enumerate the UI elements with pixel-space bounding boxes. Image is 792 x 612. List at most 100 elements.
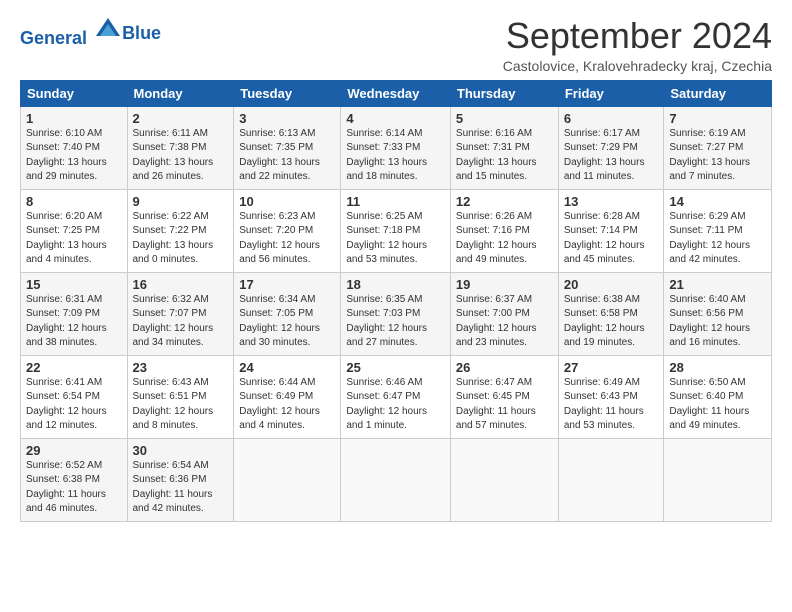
- calendar-day-1: 1Sunrise: 6:10 AMSunset: 7:40 PMDaylight…: [21, 106, 128, 189]
- day-number: 22: [26, 360, 122, 375]
- calendar-day-4: 4Sunrise: 6:14 AMSunset: 7:33 PMDaylight…: [341, 106, 451, 189]
- day-info: Sunrise: 6:10 AMSunset: 7:40 PMDaylight:…: [26, 127, 122, 185]
- calendar-day-11: 11Sunrise: 6:25 AMSunset: 7:18 PMDayligh…: [341, 189, 451, 272]
- day-info: Sunrise: 6:26 AMSunset: 7:16 PMDaylight:…: [456, 210, 553, 268]
- day-info: Sunrise: 6:29 AMSunset: 7:11 PMDaylight:…: [669, 210, 766, 268]
- calendar-day-6: 6Sunrise: 6:17 AMSunset: 7:29 PMDaylight…: [558, 106, 664, 189]
- calendar-empty: [234, 438, 341, 521]
- day-info: Sunrise: 6:32 AMSunset: 7:07 PMDaylight:…: [133, 293, 229, 351]
- weekday-header-monday: Monday: [127, 80, 234, 106]
- calendar-table: SundayMondayTuesdayWednesdayThursdayFrid…: [20, 80, 772, 522]
- weekday-header-thursday: Thursday: [450, 80, 558, 106]
- day-number: 15: [26, 277, 122, 292]
- weekday-header-tuesday: Tuesday: [234, 80, 341, 106]
- day-number: 14: [669, 194, 766, 209]
- logo-blue-text: Blue: [122, 24, 161, 44]
- calendar-day-2: 2Sunrise: 6:11 AMSunset: 7:38 PMDaylight…: [127, 106, 234, 189]
- calendar-day-16: 16Sunrise: 6:32 AMSunset: 7:07 PMDayligh…: [127, 272, 234, 355]
- calendar-day-29: 29Sunrise: 6:52 AMSunset: 6:38 PMDayligh…: [21, 438, 128, 521]
- day-info: Sunrise: 6:43 AMSunset: 6:51 PMDaylight:…: [133, 376, 229, 434]
- calendar-day-28: 28Sunrise: 6:50 AMSunset: 6:40 PMDayligh…: [664, 355, 772, 438]
- calendar-day-3: 3Sunrise: 6:13 AMSunset: 7:35 PMDaylight…: [234, 106, 341, 189]
- calendar-day-9: 9Sunrise: 6:22 AMSunset: 7:22 PMDaylight…: [127, 189, 234, 272]
- day-info: Sunrise: 6:31 AMSunset: 7:09 PMDaylight:…: [26, 293, 122, 351]
- calendar-day-26: 26Sunrise: 6:47 AMSunset: 6:45 PMDayligh…: [450, 355, 558, 438]
- day-info: Sunrise: 6:35 AMSunset: 7:03 PMDaylight:…: [346, 293, 445, 351]
- calendar-day-27: 27Sunrise: 6:49 AMSunset: 6:43 PMDayligh…: [558, 355, 664, 438]
- day-number: 29: [26, 443, 122, 458]
- day-info: Sunrise: 6:46 AMSunset: 6:47 PMDaylight:…: [346, 376, 445, 434]
- day-info: Sunrise: 6:44 AMSunset: 6:49 PMDaylight:…: [239, 376, 335, 434]
- day-number: 19: [456, 277, 553, 292]
- day-number: 21: [669, 277, 766, 292]
- day-info: Sunrise: 6:28 AMSunset: 7:14 PMDaylight:…: [564, 210, 659, 268]
- calendar-day-12: 12Sunrise: 6:26 AMSunset: 7:16 PMDayligh…: [450, 189, 558, 272]
- calendar-day-19: 19Sunrise: 6:37 AMSunset: 7:00 PMDayligh…: [450, 272, 558, 355]
- day-info: Sunrise: 6:20 AMSunset: 7:25 PMDaylight:…: [26, 210, 122, 268]
- calendar-day-30: 30Sunrise: 6:54 AMSunset: 6:36 PMDayligh…: [127, 438, 234, 521]
- logo-icon: [94, 16, 122, 44]
- day-info: Sunrise: 6:23 AMSunset: 7:20 PMDaylight:…: [239, 210, 335, 268]
- day-number: 18: [346, 277, 445, 292]
- calendar-day-13: 13Sunrise: 6:28 AMSunset: 7:14 PMDayligh…: [558, 189, 664, 272]
- calendar-day-15: 15Sunrise: 6:31 AMSunset: 7:09 PMDayligh…: [21, 272, 128, 355]
- calendar-empty: [664, 438, 772, 521]
- day-number: 10: [239, 194, 335, 209]
- day-number: 23: [133, 360, 229, 375]
- calendar-day-7: 7Sunrise: 6:19 AMSunset: 7:27 PMDaylight…: [664, 106, 772, 189]
- calendar-header: SundayMondayTuesdayWednesdayThursdayFrid…: [21, 80, 772, 106]
- day-info: Sunrise: 6:25 AMSunset: 7:18 PMDaylight:…: [346, 210, 445, 268]
- weekday-header-sunday: Sunday: [21, 80, 128, 106]
- calendar-day-22: 22Sunrise: 6:41 AMSunset: 6:54 PMDayligh…: [21, 355, 128, 438]
- day-info: Sunrise: 6:16 AMSunset: 7:31 PMDaylight:…: [456, 127, 553, 185]
- calendar-day-24: 24Sunrise: 6:44 AMSunset: 6:49 PMDayligh…: [234, 355, 341, 438]
- day-number: 1: [26, 111, 122, 126]
- calendar-week-2: 8Sunrise: 6:20 AMSunset: 7:25 PMDaylight…: [21, 189, 772, 272]
- day-info: Sunrise: 6:41 AMSunset: 6:54 PMDaylight:…: [26, 376, 122, 434]
- day-info: Sunrise: 6:49 AMSunset: 6:43 PMDaylight:…: [564, 376, 659, 434]
- title-block: September 2024 Castolovice, Kralovehrade…: [503, 16, 772, 74]
- day-number: 26: [456, 360, 553, 375]
- day-number: 2: [133, 111, 229, 126]
- weekday-header-friday: Friday: [558, 80, 664, 106]
- logo: General Blue: [20, 16, 161, 49]
- calendar-week-4: 22Sunrise: 6:41 AMSunset: 6:54 PMDayligh…: [21, 355, 772, 438]
- calendar-day-20: 20Sunrise: 6:38 AMSunset: 6:58 PMDayligh…: [558, 272, 664, 355]
- calendar-week-3: 15Sunrise: 6:31 AMSunset: 7:09 PMDayligh…: [21, 272, 772, 355]
- day-number: 13: [564, 194, 659, 209]
- location-subtitle: Castolovice, Kralovehradecky kraj, Czech…: [503, 58, 772, 74]
- day-info: Sunrise: 6:38 AMSunset: 6:58 PMDaylight:…: [564, 293, 659, 351]
- calendar-day-18: 18Sunrise: 6:35 AMSunset: 7:03 PMDayligh…: [341, 272, 451, 355]
- day-number: 3: [239, 111, 335, 126]
- day-number: 4: [346, 111, 445, 126]
- day-number: 8: [26, 194, 122, 209]
- day-number: 24: [239, 360, 335, 375]
- day-number: 7: [669, 111, 766, 126]
- day-number: 28: [669, 360, 766, 375]
- day-info: Sunrise: 6:22 AMSunset: 7:22 PMDaylight:…: [133, 210, 229, 268]
- day-info: Sunrise: 6:14 AMSunset: 7:33 PMDaylight:…: [346, 127, 445, 185]
- day-number: 6: [564, 111, 659, 126]
- weekday-header-wednesday: Wednesday: [341, 80, 451, 106]
- day-number: 9: [133, 194, 229, 209]
- day-number: 30: [133, 443, 229, 458]
- calendar-day-25: 25Sunrise: 6:46 AMSunset: 6:47 PMDayligh…: [341, 355, 451, 438]
- day-info: Sunrise: 6:47 AMSunset: 6:45 PMDaylight:…: [456, 376, 553, 434]
- calendar-day-17: 17Sunrise: 6:34 AMSunset: 7:05 PMDayligh…: [234, 272, 341, 355]
- day-info: Sunrise: 6:52 AMSunset: 6:38 PMDaylight:…: [26, 459, 122, 517]
- calendar-day-23: 23Sunrise: 6:43 AMSunset: 6:51 PMDayligh…: [127, 355, 234, 438]
- calendar-empty: [558, 438, 664, 521]
- calendar-week-1: 1Sunrise: 6:10 AMSunset: 7:40 PMDaylight…: [21, 106, 772, 189]
- weekday-header-saturday: Saturday: [664, 80, 772, 106]
- day-number: 12: [456, 194, 553, 209]
- day-info: Sunrise: 6:11 AMSunset: 7:38 PMDaylight:…: [133, 127, 229, 185]
- calendar-day-8: 8Sunrise: 6:20 AMSunset: 7:25 PMDaylight…: [21, 189, 128, 272]
- day-info: Sunrise: 6:19 AMSunset: 7:27 PMDaylight:…: [669, 127, 766, 185]
- day-number: 11: [346, 194, 445, 209]
- day-number: 25: [346, 360, 445, 375]
- day-number: 17: [239, 277, 335, 292]
- day-number: 27: [564, 360, 659, 375]
- day-number: 5: [456, 111, 553, 126]
- logo-text: General: [20, 16, 122, 49]
- day-number: 16: [133, 277, 229, 292]
